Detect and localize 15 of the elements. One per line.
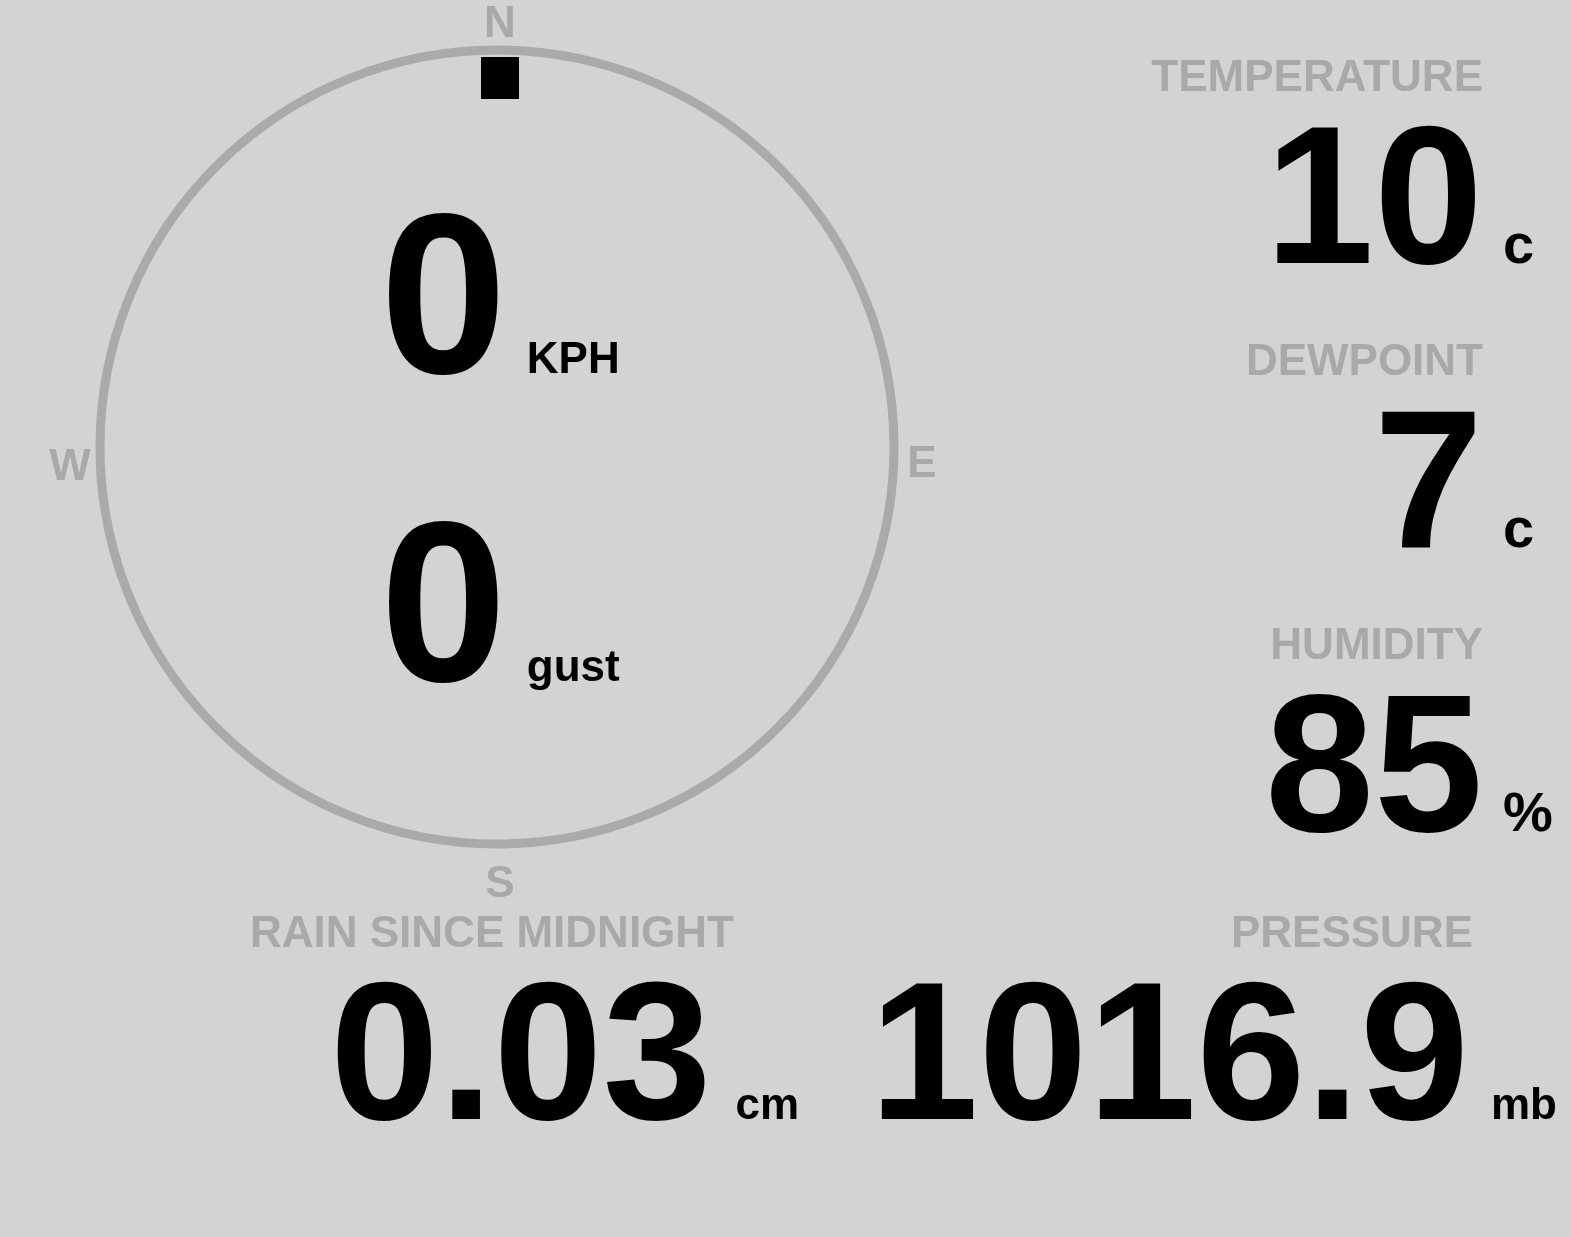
reading-value: 85 [1265,666,1483,862]
reading-value: 7 [1374,382,1483,578]
rain-value: 0.03 [330,954,712,1150]
wind-speed-unit: gust [526,640,620,692]
wind-speed-value: 0 [380,488,507,716]
pressure-value: 1016.9 [869,954,1469,1150]
wind-speed-value: 0 [380,180,507,408]
reading-value: 10 [1265,98,1483,294]
reading-unit: c [1503,495,1535,561]
rain-unit: cm [735,1078,800,1130]
wind-speed-unit: KPH [526,332,620,384]
reading-unit: c [1503,211,1535,277]
pressure-unit: mb [1491,1078,1557,1130]
reading-unit: % [1503,779,1553,845]
direction-marker [481,57,519,99]
